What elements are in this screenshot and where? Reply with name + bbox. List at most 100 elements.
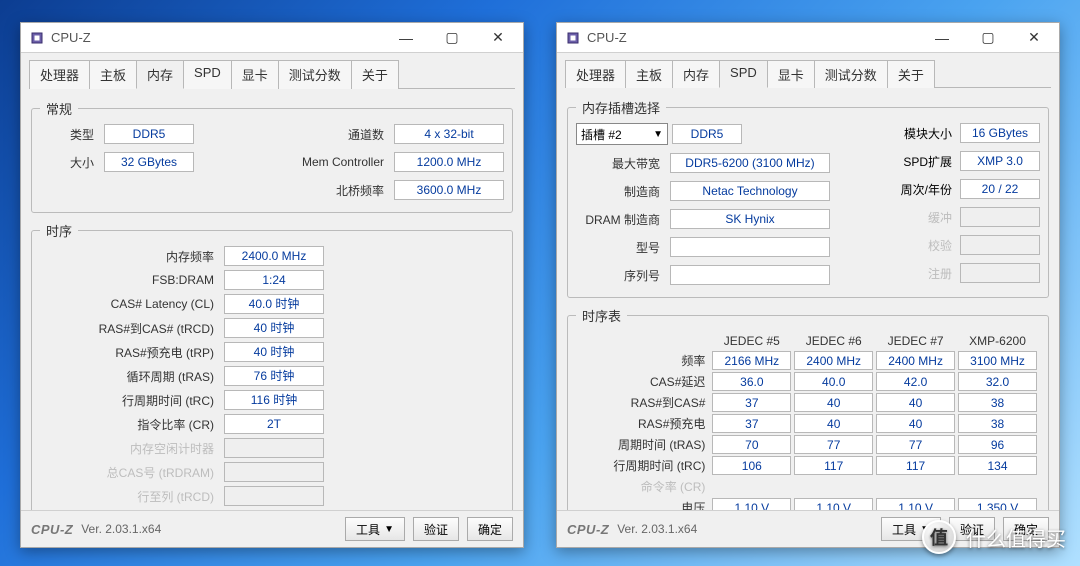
tab-spd[interactable]: SPD [183, 60, 232, 89]
timing-value: 40.0 时钟 [224, 294, 324, 314]
tab-mainboard[interactable]: 主板 [89, 60, 137, 89]
minimize-button[interactable]: — [919, 24, 965, 52]
label-week-year: 周次/年份 [896, 181, 956, 198]
group-general: 常规 类型DDR5 大小32 GBytes 通道数4 x 32-bit Mem … [31, 99, 513, 213]
table-row-label: 周期时间 (tRAS) [579, 435, 709, 454]
table-row-label: 行周期时间 (tRC) [579, 456, 709, 475]
label-sn: 序列号 [576, 267, 666, 284]
timing-value: 76 时钟 [224, 366, 324, 386]
tab-mainboard[interactable]: 主板 [625, 60, 673, 88]
group-general-legend: 常规 [40, 99, 78, 118]
minimize-button[interactable]: — [383, 24, 429, 52]
table-cell: 77 [876, 435, 955, 454]
tab-cpu[interactable]: 处理器 [29, 60, 90, 89]
label-spd-ext: SPD扩展 [896, 153, 956, 170]
table-cell: 38 [958, 393, 1037, 412]
table-col-header: JEDEC #5 [712, 333, 791, 349]
timing-value: 116 时钟 [224, 390, 324, 410]
table-cell: 1.10 V [794, 498, 873, 510]
footer-logo: CPU-Z [31, 522, 73, 537]
timing-label: 行周期时间 (tRC) [40, 392, 220, 409]
value-ecc [960, 235, 1040, 255]
timing-label: CAS# Latency (CL) [40, 297, 220, 311]
value-bw: DDR5-6200 (3100 MHz) [670, 153, 830, 173]
tab-about[interactable]: 关于 [351, 60, 399, 89]
table-row-label: 命令率 (CR) [579, 477, 709, 496]
timing-value: 40 时钟 [224, 342, 324, 362]
tab-memory[interactable]: 内存 [136, 60, 184, 89]
timing-value [224, 462, 324, 482]
maximize-button[interactable]: ▢ [429, 24, 475, 52]
timing-value: 2T [224, 414, 324, 434]
table-cell: 36.0 [712, 372, 791, 391]
label-reg: 注册 [896, 265, 956, 282]
tools-button[interactable]: 工具▼ [345, 517, 405, 541]
validate-button[interactable]: 验证 [413, 517, 459, 541]
group-timing-table-legend: 时序表 [576, 306, 627, 325]
label-dram: DRAM 制造商 [576, 211, 666, 228]
table-cell: 40 [794, 393, 873, 412]
titlebar[interactable]: CPU-Z — ▢ ✕ [557, 23, 1059, 53]
timing-value: 40 时钟 [224, 318, 324, 338]
tab-graphics[interactable]: 显卡 [767, 60, 815, 88]
timing-label: 指令比率 (CR) [40, 416, 220, 433]
window-title: CPU-Z [51, 30, 91, 45]
tab-bench[interactable]: 测试分数 [278, 60, 352, 89]
table-cell: 1.10 V [712, 498, 791, 510]
table-cell: 77 [794, 435, 873, 454]
timing-value: 1:24 [224, 270, 324, 290]
value-sn [670, 265, 830, 285]
label-bw: 最大带宽 [576, 155, 666, 172]
label-ecc: 校验 [896, 237, 956, 254]
table-cell: 134 [958, 456, 1037, 475]
timing-label: 内存空闲计时器 [40, 440, 220, 457]
timing-label: RAS#到CAS# (tRCD) [40, 320, 220, 337]
label-module-size: 模块大小 [896, 125, 956, 142]
table-cell: 96 [958, 435, 1037, 454]
table-cell: 1.350 V [958, 498, 1037, 510]
value-pn [670, 237, 830, 257]
cpu-z-window-memory: CPU-Z — ▢ ✕ 处理器 主板 内存 SPD 显卡 测试分数 关于 常规 … [20, 22, 524, 548]
value-nb: 3600.0 MHz [394, 180, 504, 200]
close-button[interactable]: ✕ [1011, 24, 1057, 52]
timing-label: RAS#预充电 (tRP) [40, 344, 220, 361]
table-cell: 40.0 [794, 372, 873, 391]
chevron-down-icon: ▼ [653, 129, 663, 140]
window-title: CPU-Z [587, 30, 627, 45]
table-cell: 38 [958, 414, 1037, 433]
value-dram: SK Hynix [670, 209, 830, 229]
table-cell: 42.0 [876, 372, 955, 391]
tab-cpu[interactable]: 处理器 [565, 60, 626, 88]
table-cell: 2400 MHz [794, 351, 873, 370]
table-cell: 70 [712, 435, 791, 454]
table-cell: 40 [794, 414, 873, 433]
ok-button[interactable]: 确定 [467, 517, 513, 541]
group-timings: 时序 内存频率2400.0 MHzFSB:DRAM1:24CAS# Latenc… [31, 221, 513, 510]
tab-bench[interactable]: 测试分数 [814, 60, 888, 88]
timing-label: 内存频率 [40, 248, 220, 265]
table-cell [958, 477, 1037, 496]
close-button[interactable]: ✕ [475, 24, 521, 52]
watermark: 值 什么值得买 [922, 520, 1066, 554]
maximize-button[interactable]: ▢ [965, 24, 1011, 52]
slot-select[interactable]: 插槽 #2▼ [576, 123, 668, 145]
table-row-label: RAS#预充电 [579, 414, 709, 433]
footer-version: Ver. 2.03.1.x64 [81, 522, 161, 536]
table-col-header: JEDEC #7 [876, 333, 955, 349]
tab-memory[interactable]: 内存 [672, 60, 720, 88]
value-week-year: 20 / 22 [960, 179, 1040, 199]
value-channels: 4 x 32-bit [394, 124, 504, 144]
table-cell [876, 477, 955, 496]
timing-value [224, 486, 324, 506]
table-row-label: 频率 [579, 351, 709, 370]
tab-graphics[interactable]: 显卡 [231, 60, 279, 89]
tab-about[interactable]: 关于 [887, 60, 935, 88]
timing-label: FSB:DRAM [40, 273, 220, 287]
titlebar[interactable]: CPU-Z — ▢ ✕ [21, 23, 523, 53]
watermark-text: 什么值得买 [966, 523, 1066, 552]
tab-spd[interactable]: SPD [719, 60, 768, 88]
table-cell: 117 [876, 456, 955, 475]
value-size: 32 GBytes [104, 152, 194, 172]
table-cell: 2166 MHz [712, 351, 791, 370]
cpu-z-window-spd: CPU-Z — ▢ ✕ 处理器 主板 内存 SPD 显卡 测试分数 关于 内存插… [556, 22, 1060, 548]
